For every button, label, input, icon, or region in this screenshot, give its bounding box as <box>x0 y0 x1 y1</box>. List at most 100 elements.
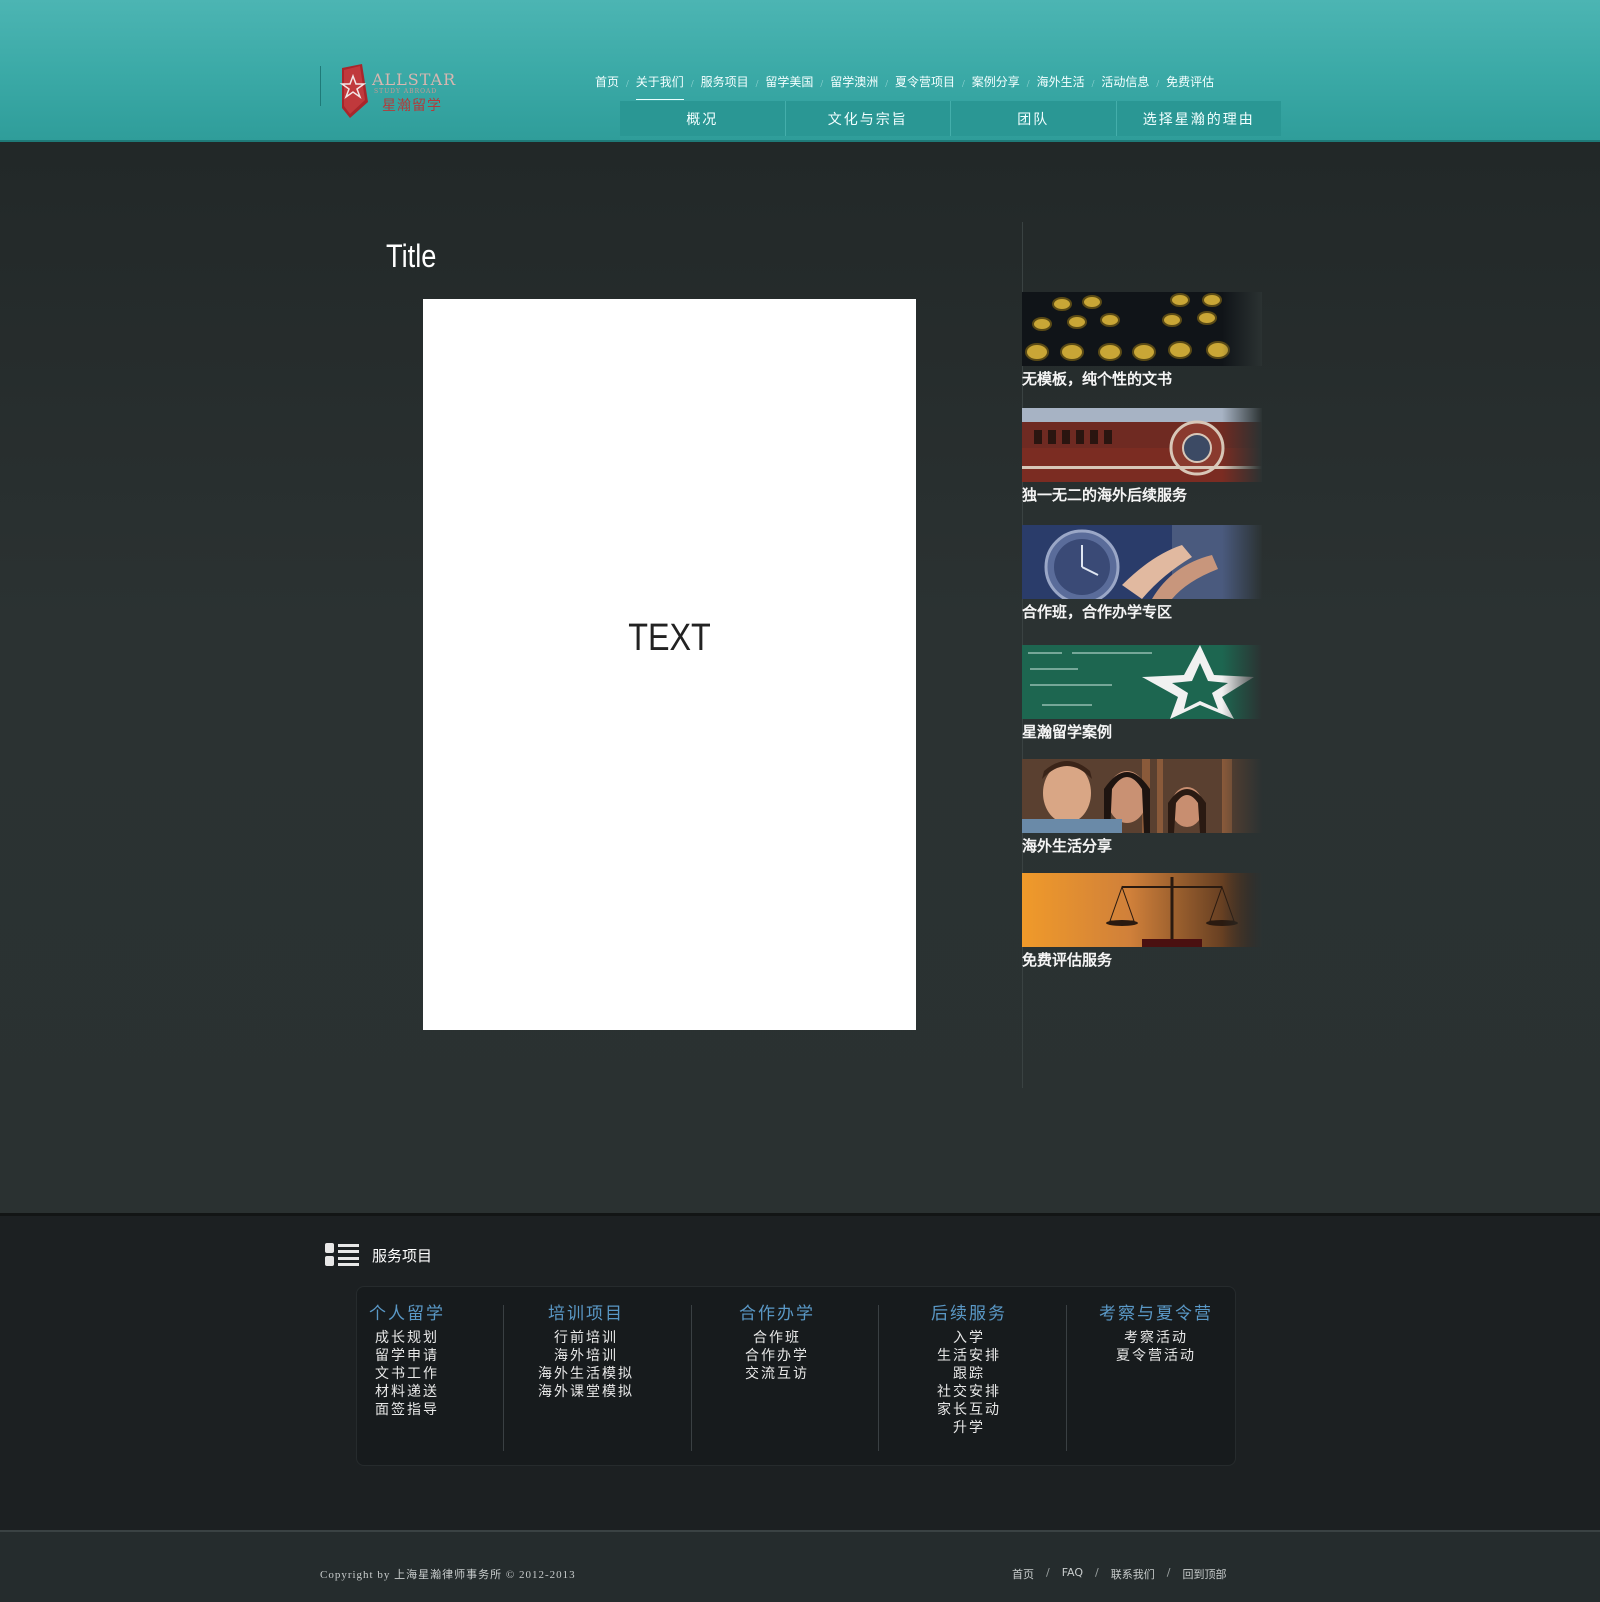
nav-item-home[interactable]: 首页 <box>595 73 619 90</box>
service-column-head[interactable]: 考察与夏令营 <box>1091 1299 1221 1324</box>
feature-card-label: 海外生活分享 <box>1022 837 1113 855</box>
service-link[interactable]: 社交安排 <box>919 1383 1019 1401</box>
nav-item-study-usa[interactable]: 留学美国 <box>765 73 813 90</box>
footer-links: 首页 / FAQ / 联系我们 / 回到顶部 <box>1012 1566 1226 1582</box>
service-column-head[interactable]: 个人留学 <box>367 1299 447 1324</box>
footer-link-separator: / <box>1166 1566 1171 1579</box>
service-link[interactable]: 升学 <box>919 1419 1019 1437</box>
service-link[interactable]: 行前培训 <box>531 1329 641 1347</box>
service-link[interactable]: 交流互访 <box>727 1365 827 1383</box>
handshake-clock-image <box>1022 525 1262 599</box>
document-placeholder-text: TEXT <box>628 617 711 659</box>
top-navigation: 首页 / 关于我们 / 服务项目 / 留学美国 / 留学澳洲 / 夏令营项目 /… <box>595 72 1214 100</box>
about-subnav: 概况 文化与宗旨 团队 选择星瀚的理由 <box>620 101 1281 136</box>
nav-separator: / <box>885 78 888 90</box>
subnav-team[interactable]: 团队 <box>951 101 1117 136</box>
document-panel: TEXT <box>423 299 916 1030</box>
services-title: 服务项目 <box>372 1247 433 1265</box>
university-building-image <box>1022 408 1262 482</box>
footer-link-back-to-top[interactable]: 回到顶部 <box>1182 1566 1226 1582</box>
list-icon <box>325 1243 359 1266</box>
page-title: Title <box>386 238 437 274</box>
nav-item-cases[interactable]: 案例分享 <box>972 73 1020 90</box>
services-section: 服务项目 个人留学 成长规划 留学申请 文书工作 材料递送 面签指导 培训项目 … <box>0 1213 1600 1533</box>
students-smiling-image <box>1022 759 1262 833</box>
service-link[interactable]: 入学 <box>919 1329 1019 1347</box>
nav-separator: / <box>626 78 629 90</box>
site-header: ALLSTAR STUDY ABROAD 星瀚留学 首页 / 关于我们 / 服务… <box>0 0 1600 142</box>
service-link[interactable]: 文书工作 <box>367 1365 447 1383</box>
feature-card-followup-service[interactable]: 独一无二的海外后续服务 <box>1022 408 1262 505</box>
footer-link-contact[interactable]: 联系我们 <box>1111 1566 1155 1582</box>
service-link[interactable]: 合作班 <box>727 1329 827 1347</box>
service-column-tours-camps: 考察与夏令营 考察活动 夏令营活动 <box>1091 1299 1221 1365</box>
nav-item-overseas-life[interactable]: 海外生活 <box>1037 73 1085 90</box>
nav-item-free-assessment[interactable]: 免费评估 <box>1166 73 1214 90</box>
site-footer: Copyright by 上海星瀚律师事务所 © 2012-2013 首页 / … <box>0 1530 1600 1602</box>
nav-item-events[interactable]: 活动信息 <box>1101 73 1149 90</box>
service-link[interactable]: 海外生活模拟 <box>531 1365 641 1383</box>
math-formula-star-image <box>1022 645 1262 719</box>
nav-separator: / <box>962 78 965 90</box>
service-column-followup: 后续服务 入学 生活安排 跟踪 社交安排 家长互动 升学 <box>919 1299 1019 1437</box>
nav-item-summer-camp[interactable]: 夏令营项目 <box>895 73 955 90</box>
feature-card-cooperation[interactable]: 合作班，合作办学专区 <box>1022 525 1262 622</box>
service-column-head[interactable]: 后续服务 <box>919 1299 1019 1324</box>
feature-card-label: 合作班，合作办学专区 <box>1022 603 1173 621</box>
service-column-head[interactable]: 合作办学 <box>727 1299 827 1324</box>
feature-card-custom-essays[interactable]: 无模板，纯个性的文书 <box>1022 292 1262 389</box>
feature-card-cases[interactable]: 星瀚留学案例 <box>1022 645 1262 742</box>
footer-link-faq[interactable]: FAQ <box>1062 1566 1083 1582</box>
service-link[interactable]: 留学申请 <box>367 1347 447 1365</box>
subnav-why-us[interactable]: 选择星瀚的理由 <box>1117 101 1282 136</box>
column-divider <box>878 1305 879 1451</box>
site-logo[interactable]: ALLSTAR STUDY ABROAD 星瀚留学 <box>320 58 460 122</box>
column-divider <box>691 1305 692 1451</box>
main-content: Title TEXT 无模板，纯个性的文书 独一无二的海外后续服务 合作班，合作… <box>0 142 1600 1213</box>
column-divider <box>1066 1305 1067 1451</box>
logo-chinese-name: 星瀚留学 <box>382 98 442 114</box>
feature-card-label: 免费评估服务 <box>1022 951 1113 969</box>
logo-tagline: STUDY ABROAD <box>374 88 438 95</box>
copyright-text: Copyright by 上海星瀚律师事务所 © 2012-2013 <box>320 1569 576 1581</box>
nav-separator: / <box>1026 78 1030 90</box>
service-link[interactable]: 成长规划 <box>367 1329 447 1347</box>
nav-separator: / <box>755 78 759 90</box>
nav-item-about[interactable]: 关于我们 <box>635 73 684 100</box>
service-link[interactable]: 海外课堂模拟 <box>531 1383 641 1401</box>
service-link[interactable]: 夏令营活动 <box>1091 1347 1221 1365</box>
feature-card-label: 独一无二的海外后续服务 <box>1022 486 1188 504</box>
column-divider <box>503 1305 504 1451</box>
star-emblem-icon <box>339 64 368 118</box>
feature-card-overseas-life[interactable]: 海外生活分享 <box>1022 759 1262 856</box>
footer-link-separator: / <box>1046 1566 1050 1579</box>
nav-item-study-australia[interactable]: 留学澳洲 <box>830 73 878 90</box>
feature-card-free-assessment[interactable]: 免费评估服务 <box>1022 873 1262 970</box>
service-link[interactable]: 家长互动 <box>919 1401 1019 1419</box>
service-column-cooperation: 合作办学 合作班 合作办学 交流互访 <box>727 1299 827 1383</box>
service-link[interactable]: 合作办学 <box>727 1347 827 1365</box>
balance-scale-image <box>1022 873 1262 947</box>
service-link[interactable]: 跟踪 <box>919 1365 1019 1383</box>
service-column-head[interactable]: 培训项目 <box>531 1299 641 1324</box>
services-panel: 个人留学 成长规划 留学申请 文书工作 材料递送 面签指导 培训项目 行前培训 … <box>356 1286 1236 1466</box>
typewriter-keys-image <box>1022 292 1262 366</box>
service-link[interactable]: 材料递送 <box>367 1383 447 1401</box>
service-link[interactable]: 考察活动 <box>1091 1329 1221 1347</box>
feature-card-label: 无模板，纯个性的文书 <box>1022 370 1173 388</box>
service-column-individual: 个人留学 成长规划 留学申请 文书工作 材料递送 面签指导 <box>367 1299 447 1419</box>
nav-separator: / <box>690 78 694 90</box>
nav-separator: / <box>820 78 824 90</box>
service-link[interactable]: 海外培训 <box>531 1347 641 1365</box>
logo-wordmark: ALLSTAR <box>372 70 457 89</box>
footer-link-home[interactable]: 首页 <box>1012 1566 1034 1582</box>
subnav-overview[interactable]: 概况 <box>620 101 786 136</box>
service-column-training: 培训项目 行前培训 海外培训 海外生活模拟 海外课堂模拟 <box>531 1299 641 1401</box>
nav-item-services[interactable]: 服务项目 <box>701 73 749 90</box>
service-link[interactable]: 面签指导 <box>367 1401 447 1419</box>
logo-divider <box>320 66 321 106</box>
nav-separator: / <box>1156 78 1160 90</box>
service-link[interactable]: 生活安排 <box>919 1347 1019 1365</box>
footer-link-separator: / <box>1095 1566 1099 1579</box>
subnav-culture[interactable]: 文化与宗旨 <box>786 101 951 136</box>
